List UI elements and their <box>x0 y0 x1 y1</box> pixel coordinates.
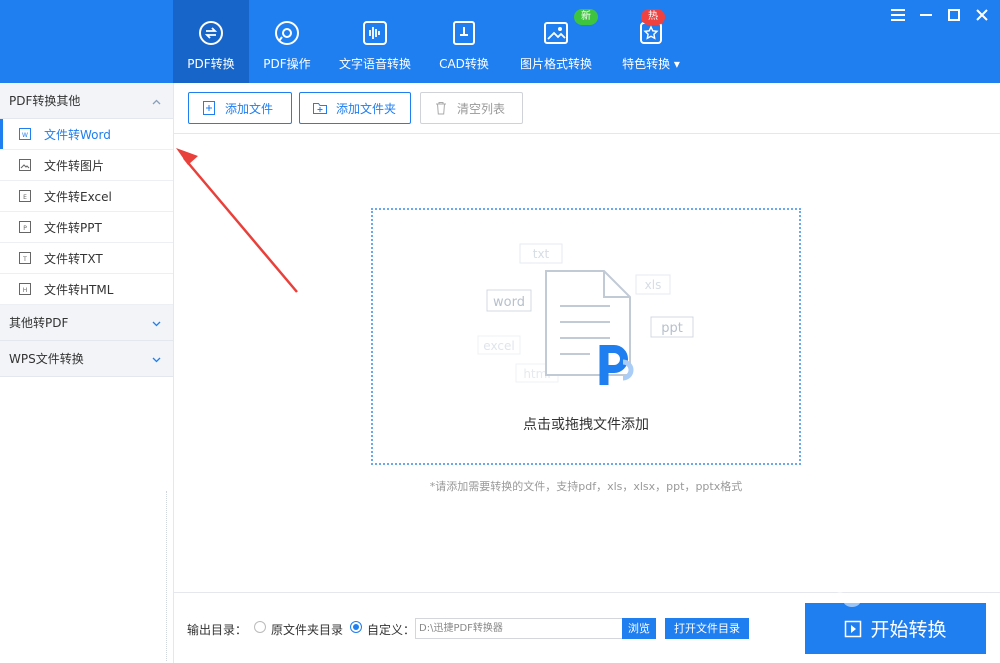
word-file-icon: W <box>19 128 31 140</box>
tab-feature[interactable]: 特色转换 ▾ 热 <box>609 0 693 83</box>
file-illustration: txt xls word ppt excel html <box>477 243 694 385</box>
sidebar-item-to-excel[interactable]: E 文件转Excel <box>0 181 173 212</box>
sidebar-item-to-ppt[interactable]: P 文件转PPT <box>0 212 173 243</box>
sidebar: PDF转换其他 W 文件转Word 文件转图片 E 文件转Excel P 文件转… <box>0 83 174 663</box>
chevron-down-icon <box>152 316 161 330</box>
tab-label: 图片格式转换 <box>519 57 592 71</box>
title-bar: PDF转换 PDF操作 文字语音转换 CAD转换 图片格式转换 新 特色转换 ▾… <box>0 0 1000 83</box>
sidebar-group-other-to-pdf[interactable]: 其他转PDF <box>0 305 173 341</box>
cad-icon <box>451 20 477 46</box>
sidebar-item-label: 文件转Excel <box>44 189 112 204</box>
format-label-excel: excel <box>483 339 514 353</box>
txt-file-icon: T <box>19 252 31 264</box>
sidebar-item-to-txt[interactable]: T 文件转TXT <box>0 243 173 274</box>
close-icon[interactable] <box>974 7 990 23</box>
format-label-ppt: ppt <box>661 321 683 336</box>
sidebar-item-label: 文件转Word <box>44 127 111 142</box>
group-label: 其他转PDF <box>9 316 69 330</box>
drop-zone-text: 点击或拖拽文件添加 <box>523 417 649 433</box>
tab-label: PDF转换 <box>187 57 235 71</box>
add-folder-icon <box>313 103 327 114</box>
output-path-input[interactable]: D:\迅捷PDF转换器 <box>415 618 623 639</box>
sidebar-item-label: 文件转图片 <box>44 158 105 173</box>
radio-custom-folder[interactable] <box>350 621 362 633</box>
radio-original-folder-label: 原文件夹目录 <box>271 623 344 637</box>
clear-list-button[interactable]: 清空列表 <box>420 92 523 124</box>
sidebar-item-label: 文件转HTML <box>44 282 114 297</box>
output-bar: 输出目录： 原文件夹目录 自定义： D:\迅捷PDF转换器 浏览 打开文件目录 … <box>174 592 1000 663</box>
chevron-up-icon <box>152 94 161 108</box>
tab-label: 文字语音转换 <box>338 57 411 71</box>
tab-label: CAD转换 <box>439 57 489 71</box>
browse-button[interactable]: 浏览 <box>622 618 656 639</box>
svg-text:W: W <box>22 132 28 139</box>
chevron-down-icon <box>152 352 161 366</box>
tab-text-voice[interactable]: 文字语音转换 <box>325 0 425 83</box>
sidebar-scrollbar[interactable] <box>166 491 167 661</box>
tab-cad[interactable]: CAD转换 <box>425 0 503 83</box>
trash-icon <box>436 102 446 115</box>
sidebar-item-to-image[interactable]: 文件转图片 <box>0 150 173 181</box>
sidebar-item-to-html[interactable]: H 文件转HTML <box>0 274 173 305</box>
add-folder-button[interactable]: 添加文件夹 <box>299 92 411 124</box>
radio-original-folder[interactable] <box>254 621 266 633</box>
sidebar-group-wps[interactable]: WPS文件转换 <box>0 341 173 377</box>
svg-text:T: T <box>22 256 27 263</box>
excel-file-icon: E <box>19 190 31 202</box>
sidebar-item-to-word[interactable]: W 文件转Word <box>0 119 173 150</box>
svg-text:E: E <box>23 194 27 201</box>
tab-pdf-convert[interactable]: PDF转换 <box>173 0 249 83</box>
main-nav: PDF转换 PDF操作 文字语音转换 CAD转换 图片格式转换 新 特色转换 ▾… <box>173 0 693 83</box>
format-label-xls: xls <box>645 278 662 292</box>
ppt-file-icon: P <box>19 221 31 233</box>
output-directory-label: 输出目录： <box>187 623 248 637</box>
image-icon <box>543 20 569 46</box>
group-label: WPS文件转换 <box>9 352 84 366</box>
html-file-icon: H <box>19 283 31 295</box>
minimize-icon[interactable] <box>918 7 934 23</box>
svg-text:P: P <box>23 225 27 232</box>
supported-formats-hint: *请添加需要转换的文件，支持pdf，xls，xlsx，ppt，pptx格式 <box>429 480 743 493</box>
add-file-icon <box>203 101 215 115</box>
chevron-down-icon: ▾ <box>673 57 680 71</box>
hot-badge: 热 <box>641 9 665 25</box>
start-convert-icon <box>845 620 862 637</box>
start-convert-button[interactable]: 开始转换 <box>805 603 986 654</box>
new-badge: 新 <box>574 9 598 25</box>
tab-label: PDF操作 <box>263 57 311 71</box>
pdf-operate-icon <box>274 20 300 46</box>
radio-custom-folder-label: 自定义： <box>367 623 416 637</box>
sidebar-group-pdf-to-other[interactable]: PDF转换其他 <box>0 83 173 119</box>
menu-icon[interactable] <box>890 7 906 23</box>
tab-image-format[interactable]: 图片格式转换 新 <box>503 0 609 83</box>
svg-text:H: H <box>23 287 28 294</box>
sidebar-item-label: 文件转PPT <box>44 220 102 235</box>
document-icon <box>545 270 631 376</box>
tab-label: 特色转换 ▾ <box>622 57 680 71</box>
tab-pdf-operate[interactable]: PDF操作 <box>249 0 325 83</box>
group-label: PDF转换其他 <box>9 94 81 108</box>
format-label-word: word <box>493 295 525 310</box>
window-controls <box>890 7 990 23</box>
add-file-button[interactable]: 添加文件 <box>188 92 292 124</box>
maximize-icon[interactable] <box>946 7 962 23</box>
format-label-txt: txt <box>533 247 550 261</box>
toolbar: 添加文件 添加文件夹 清空列表 <box>174 83 1000 134</box>
pdf-convert-icon <box>198 20 224 46</box>
file-drop-zone[interactable]: txt xls word ppt excel html 点击或拖拽文件添加 <box>371 208 801 465</box>
sidebar-item-label: 文件转TXT <box>44 251 103 266</box>
voice-wave-icon <box>362 20 388 46</box>
image-file-icon <box>19 159 31 171</box>
open-folder-button[interactable]: 打开文件目录 <box>665 618 749 639</box>
annotation-arrow <box>176 148 298 293</box>
